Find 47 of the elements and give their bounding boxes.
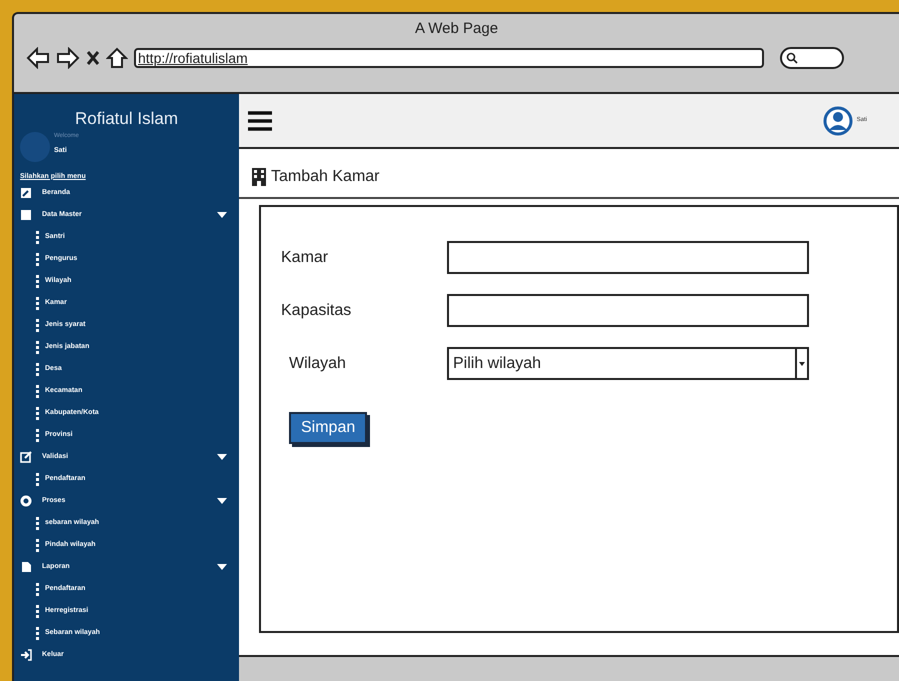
sidebar-title: Rofiatul Islam <box>75 108 178 130</box>
square-icon <box>20 209 32 221</box>
back-icon[interactable] <box>26 46 50 68</box>
save-button[interactable]: Simpan <box>289 412 368 444</box>
field-label: Kamar <box>281 248 330 268</box>
dots-icon <box>36 582 39 596</box>
user-avatar-icon[interactable] <box>822 106 853 136</box>
field-label: Wilayah <box>288 354 347 374</box>
dots-icon <box>36 406 39 420</box>
caret-icon[interactable] <box>217 454 227 460</box>
dots-icon <box>36 538 39 552</box>
close-icon[interactable] <box>86 50 100 66</box>
dots-icon <box>36 340 39 354</box>
dots-icon <box>36 230 39 244</box>
dots-icon <box>36 516 39 530</box>
building-icon <box>251 167 267 187</box>
dots-icon <box>36 472 39 486</box>
dots-icon <box>36 626 39 640</box>
dots-icon <box>36 318 39 332</box>
dots-icon <box>36 604 39 618</box>
search-icon <box>786 52 798 64</box>
forward-icon[interactable] <box>56 46 80 68</box>
dots-icon <box>36 296 39 310</box>
input-field[interactable] <box>447 294 809 327</box>
search-field[interactable] <box>780 46 844 68</box>
field-label: Kapasitas <box>281 300 352 320</box>
input-field[interactable] <box>447 241 809 274</box>
page-title: Tambah Kamar <box>271 167 380 187</box>
dots-icon <box>36 428 39 442</box>
dots-icon <box>36 384 39 398</box>
dots-icon <box>36 252 39 266</box>
address-field[interactable]: http://rofiatulislam <box>134 48 764 68</box>
menu-icon[interactable] <box>247 110 273 132</box>
dots-icon <box>36 362 39 376</box>
document-icon <box>20 561 32 573</box>
home-icon[interactable] <box>106 46 128 68</box>
caret-icon <box>799 362 805 366</box>
logout-icon <box>20 649 32 661</box>
window-title: A Web Page <box>414 19 498 39</box>
caret-icon[interactable] <box>217 212 227 218</box>
edit-icon <box>20 451 32 463</box>
avatar-icon <box>20 132 50 162</box>
pencil-icon <box>20 187 32 199</box>
caret-icon[interactable] <box>217 564 227 570</box>
select-field[interactable]: Pilih wilayah <box>447 347 809 380</box>
dots-icon <box>36 274 39 288</box>
caret-icon[interactable] <box>217 498 227 504</box>
